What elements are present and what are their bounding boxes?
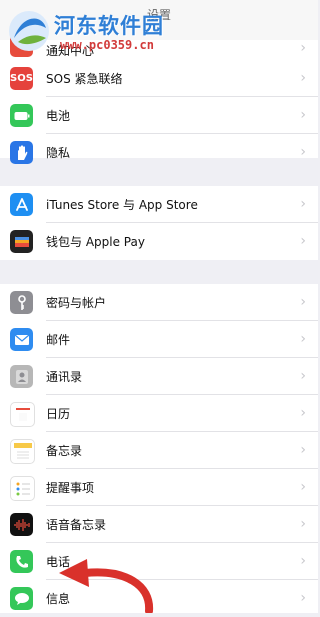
chevron-right-icon: › — [300, 196, 306, 212]
chevron-right-icon: › — [300, 40, 306, 56]
settings-row-mail[interactable]: 邮件 › — [0, 321, 318, 358]
row-label: iTunes Store 与 App Store — [46, 198, 198, 212]
messages-icon — [10, 587, 33, 610]
row-label: 电池 — [46, 109, 71, 123]
chevron-right-icon: › — [300, 144, 306, 160]
settings-row-notes[interactable]: 备忘录 › — [0, 432, 318, 469]
chevron-right-icon: › — [300, 331, 306, 347]
row-label: 邮件 — [46, 333, 71, 347]
reminders-icon — [10, 476, 35, 501]
voice-memos-icon — [10, 513, 33, 536]
settings-row-battery[interactable]: 电池 › — [0, 97, 318, 134]
chevron-right-icon: › — [300, 294, 306, 310]
chevron-right-icon: › — [300, 107, 306, 123]
settings-row-reminders[interactable]: 提醒事项 › — [0, 469, 318, 506]
row-label: 通讯录 — [46, 370, 83, 384]
settings-row-wallet[interactable]: 钱包与 Apple Pay › — [0, 223, 318, 260]
row-label: SOS 紧急联络 — [46, 72, 123, 86]
chevron-right-icon: › — [300, 368, 306, 384]
watermark: 河东软件园 www.pc0359.cn — [6, 4, 216, 56]
battery-icon — [10, 104, 33, 127]
watermark-url: www.pc0359.cn — [60, 38, 154, 52]
chevron-right-icon: › — [300, 70, 306, 86]
pointer-arrow-icon — [59, 559, 154, 613]
chevron-right-icon: › — [300, 590, 306, 606]
row-label: 密码与帐户 — [46, 296, 107, 310]
row-label: 提醒事项 — [46, 481, 95, 495]
hand-icon — [10, 141, 33, 164]
chevron-right-icon: › — [300, 442, 306, 458]
settings-row-passwords[interactable]: 密码与帐户 › — [0, 284, 318, 321]
settings-row-voice-memos[interactable]: 语音备忘录 › — [0, 506, 318, 543]
app-store-icon — [10, 193, 33, 216]
phone-icon — [10, 550, 33, 573]
calendar-icon — [10, 402, 35, 427]
settings-row-privacy[interactable]: 隐私 › — [0, 134, 318, 171]
contacts-icon — [10, 365, 33, 388]
wallet-icon — [10, 230, 33, 253]
row-label: 语音备忘录 — [46, 518, 107, 532]
chevron-right-icon: › — [300, 405, 306, 421]
settings-group-1: 通知中心 › SOS SOS 紧急联络 › 电池 › 隐私 › — [0, 34, 318, 164]
settings-row-sos[interactable]: SOS SOS 紧急联络 › — [0, 60, 318, 97]
sos-icon: SOS — [10, 67, 33, 90]
settings-row-calendar[interactable]: 日历 › — [0, 395, 318, 432]
chevron-right-icon: › — [300, 516, 306, 532]
watermark-logo-icon — [9, 11, 49, 51]
settings-row-app-store[interactable]: iTunes Store 与 App Store › — [0, 186, 318, 223]
settings-row-contacts[interactable]: 通讯录 › — [0, 358, 318, 395]
row-label: 隐私 — [46, 146, 71, 160]
chevron-right-icon: › — [300, 479, 306, 495]
watermark-title: 河东软件园 — [54, 14, 164, 38]
row-label: 钱包与 Apple Pay — [46, 235, 145, 249]
chevron-right-icon: › — [300, 233, 306, 249]
row-label: 备忘录 — [46, 444, 83, 458]
chevron-right-icon: › — [300, 553, 306, 569]
row-label: 日历 — [46, 407, 71, 421]
notes-icon — [10, 439, 35, 464]
settings-group-2: iTunes Store 与 App Store › 钱包与 Apple Pay… — [0, 186, 318, 260]
key-icon — [10, 291, 33, 314]
mail-icon — [10, 328, 33, 351]
